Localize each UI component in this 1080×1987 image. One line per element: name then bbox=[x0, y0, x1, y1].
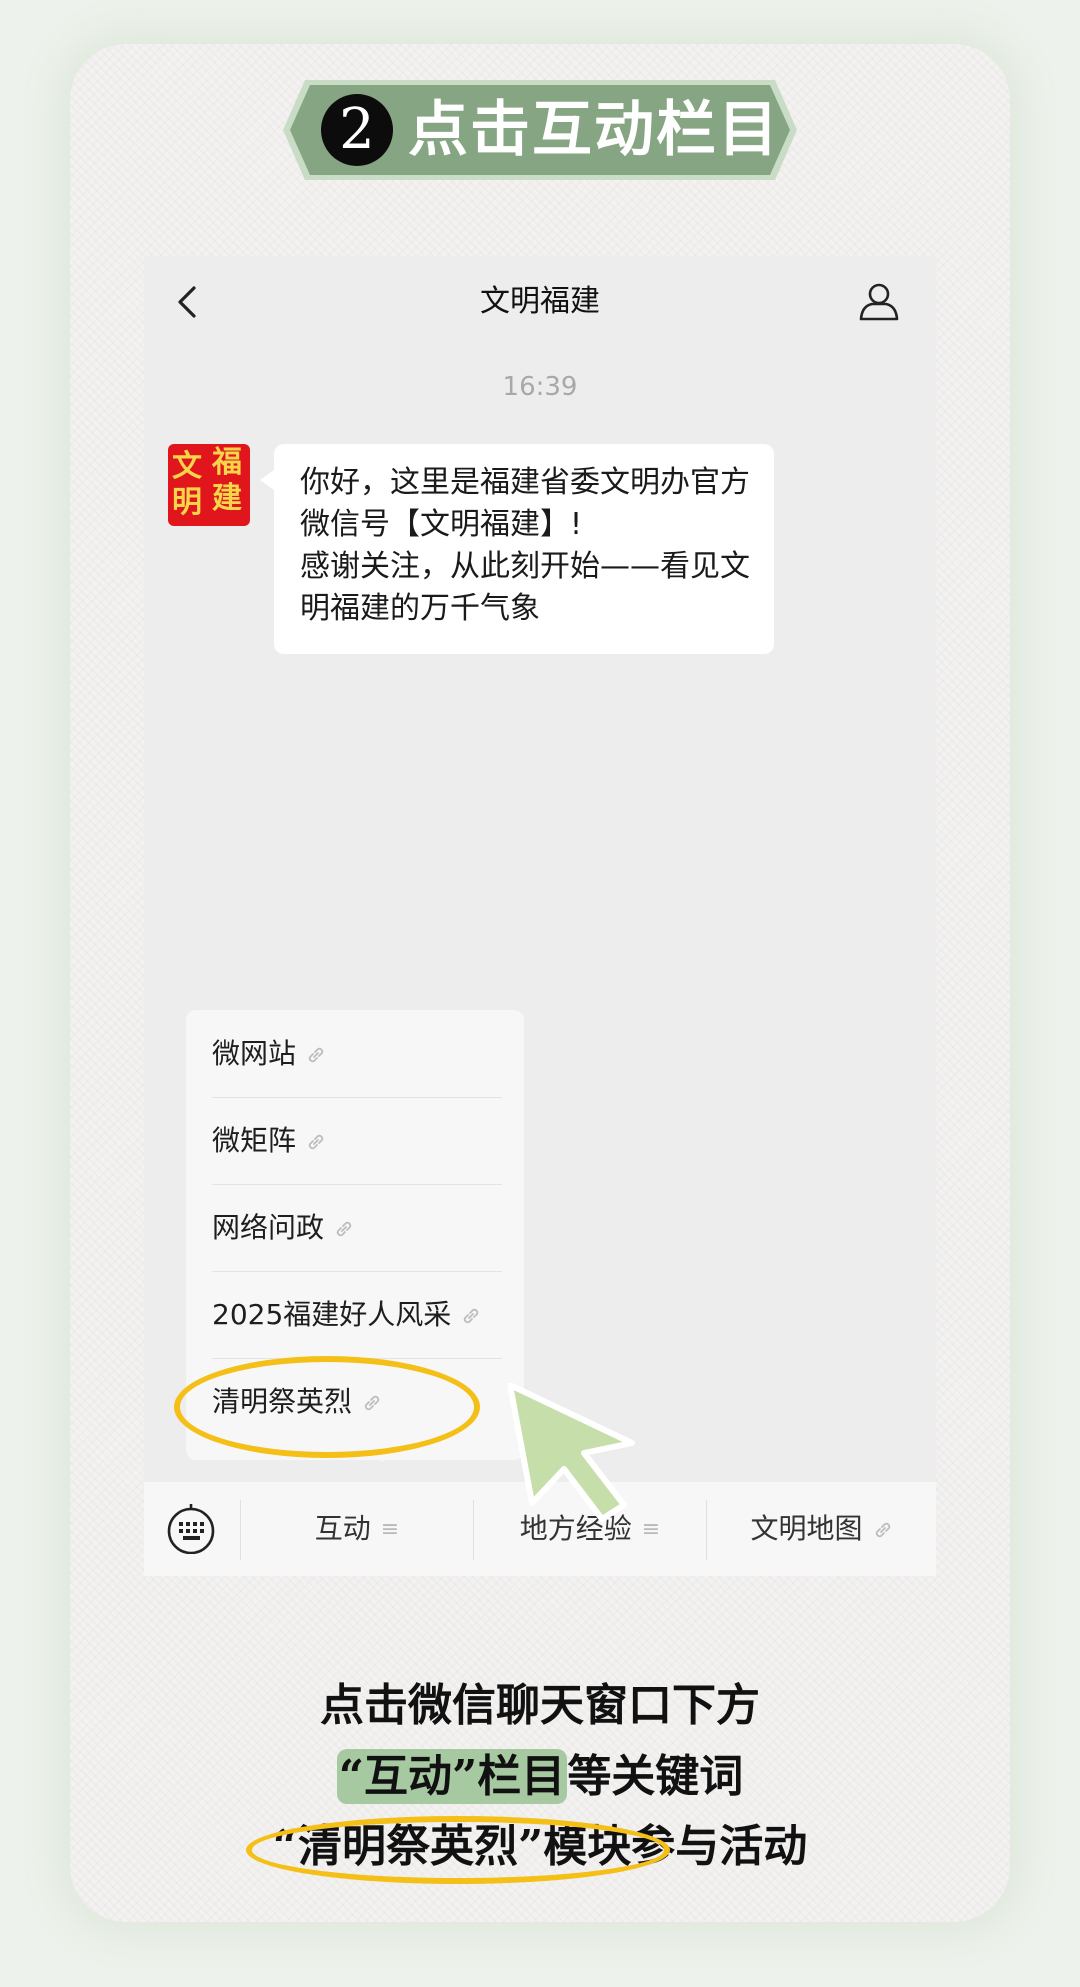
tab-interaction[interactable]: 互动 ≡ bbox=[241, 1482, 473, 1576]
menu-item-label: 2025福建好人风采 bbox=[212, 1298, 452, 1331]
avatar-char: 明 bbox=[172, 485, 202, 520]
pointer-cursor-icon bbox=[508, 1383, 635, 1522]
menu-item-online-politics[interactable]: 网络问政 bbox=[212, 1184, 502, 1272]
message-bubble[interactable]: 你好，这里是福建省委文明办官方微信号【文明福建】! 感谢关注，从此刻开始——看见… bbox=[260, 444, 774, 654]
caption-highlight: “互动”栏目 bbox=[336, 1749, 568, 1804]
tab-civilization-map[interactable]: 文明地图 bbox=[707, 1482, 936, 1576]
message-timestamp: 16:39 bbox=[502, 372, 578, 402]
banner-title: 点击互动栏目 bbox=[408, 95, 780, 165]
chat-title: 文明福建 bbox=[480, 284, 600, 319]
avatar-char: 建 bbox=[212, 481, 242, 516]
step-banner: 2 点击互动栏目 bbox=[283, 80, 797, 180]
message-text: 你好，这里是福建省委文明办官方微信号【文明福建】! 感谢关注，从此刻开始——看见… bbox=[300, 465, 750, 626]
account-avatar[interactable]: 文 福 明 建 bbox=[168, 444, 250, 526]
tab-label: 文明地图 bbox=[750, 1512, 863, 1545]
profile-icon[interactable] bbox=[858, 280, 900, 322]
link-icon bbox=[308, 1134, 324, 1150]
highlight-ring bbox=[174, 1356, 480, 1458]
tab-label: 互动 bbox=[314, 1512, 371, 1545]
menu-item-label: 微矩阵 bbox=[212, 1124, 297, 1157]
link-icon bbox=[308, 1047, 324, 1063]
menu-item-label: 微网站 bbox=[212, 1037, 297, 1070]
submenu-icon: ≡ bbox=[641, 1517, 661, 1542]
caption-highlight-ring bbox=[246, 1816, 670, 1884]
menu-item-good-people[interactable]: 2025福建好人风采 bbox=[212, 1271, 502, 1359]
avatar-char: 文 bbox=[172, 449, 202, 484]
menu-item-label: 网络问政 bbox=[212, 1211, 325, 1244]
step-number: 2 bbox=[321, 94, 393, 166]
caption-line-1: 点击微信聊天窗口下方 bbox=[70, 1678, 1010, 1734]
caption-text: 点击微信聊天窗口下方 bbox=[320, 1680, 760, 1731]
link-icon bbox=[875, 1522, 890, 1538]
submenu-icon: ≡ bbox=[380, 1517, 400, 1542]
link-icon bbox=[464, 1308, 479, 1324]
caption-line-2: “互动”栏目等关键词 bbox=[70, 1748, 1010, 1806]
avatar-char: 福 bbox=[212, 445, 242, 480]
caption-text: 等关键词 bbox=[567, 1751, 744, 1802]
link-icon bbox=[336, 1221, 352, 1237]
menu-item-micro-site[interactable]: 微网站 bbox=[212, 1010, 502, 1098]
keyboard-toggle-icon[interactable] bbox=[166, 1504, 216, 1554]
menu-item-micro-matrix[interactable]: 微矩阵 bbox=[212, 1097, 502, 1185]
